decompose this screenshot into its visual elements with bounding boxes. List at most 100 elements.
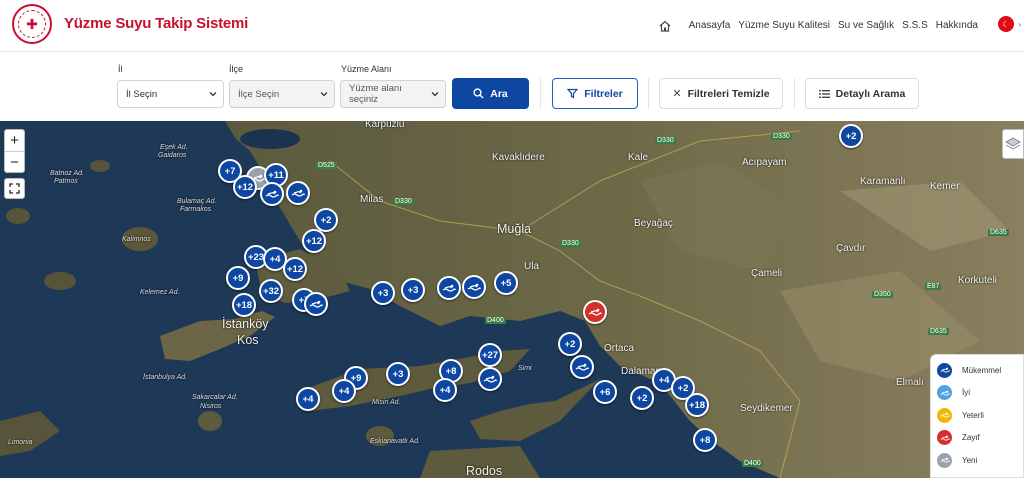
legend-label: İyi (962, 388, 970, 398)
divider (794, 78, 795, 109)
road-shield: D400 (742, 460, 763, 467)
legend-item: Mükemmel (937, 359, 1017, 382)
layers-button[interactable] (1002, 129, 1024, 159)
turkish-flag-icon[interactable]: ☾ (998, 16, 1014, 32)
cluster-marker[interactable]: +12 (283, 257, 307, 281)
road-shield: D330 (393, 198, 414, 205)
beach-marker[interactable] (478, 367, 502, 391)
swimmer-icon (937, 407, 952, 423)
place-label: Batnoz Ad. (50, 170, 84, 177)
road-shield: D330 (655, 137, 676, 144)
layers-icon (1005, 137, 1021, 150)
place-label: Simi (518, 365, 532, 372)
beach-marker[interactable] (260, 182, 284, 206)
list-icon (818, 89, 830, 98)
home-icon[interactable] (659, 19, 671, 32)
filter-icon (567, 88, 579, 99)
cluster-marker[interactable]: +27 (478, 343, 502, 367)
nav-item-su-ve-saglik[interactable]: Su ve Sağlık (838, 20, 894, 31)
road-shield: D330 (771, 133, 792, 140)
fullscreen-button[interactable] (4, 178, 25, 199)
nav-item-hakkinda[interactable]: Hakkında (936, 20, 978, 31)
satellite-basemap (0, 121, 1024, 478)
place-label: Patmos (54, 178, 78, 185)
cluster-marker[interactable]: +3 (386, 362, 410, 386)
nav-item-anasayfa[interactable]: Anasayfa (689, 20, 731, 31)
ministry-logo[interactable]: ✚ (12, 4, 52, 44)
chevron-down-icon (320, 92, 328, 97)
place-label: Çavdır (836, 243, 866, 254)
cluster-marker[interactable]: +18 (685, 393, 709, 417)
cluster-marker[interactable]: +3 (401, 278, 425, 302)
place-label: Beyağaç (634, 218, 673, 229)
beach-marker[interactable] (437, 276, 461, 300)
place-label: Korkuteli (958, 275, 997, 286)
cluster-marker[interactable]: +2 (314, 208, 338, 232)
beach-marker[interactable] (286, 181, 310, 205)
ilce-select[interactable]: İlçe Seçin (229, 80, 335, 108)
cluster-marker[interactable]: +18 (232, 293, 256, 317)
nav-item-sss[interactable]: S.S.S (902, 20, 928, 31)
zoom-in-button[interactable]: + (5, 130, 24, 151)
map-view[interactable]: Muğla Kavaklıdere Milas Kale Acıpayam Ka… (0, 121, 1024, 478)
place-label: Kemer (930, 181, 960, 192)
map-legend: Mükemmel İyi Yeterli Zayıf Yeni (930, 354, 1024, 478)
place-label: Eşek Ad. (160, 144, 188, 151)
language-caret-icon[interactable]: › (1018, 20, 1021, 29)
place-label: İstanbulya Ad. (143, 374, 188, 381)
yuzme-alani-select[interactable]: Yüzme alanı seçiniz (340, 80, 446, 108)
place-label: Muğla (497, 222, 532, 236)
place-label: Ortaca (604, 343, 635, 354)
zoom-control: + − (4, 129, 25, 173)
nav-item-yuzme-suyu-kalitesi[interactable]: Yüzme Suyu Kalitesi (738, 20, 830, 31)
cluster-marker[interactable]: +2 (839, 124, 863, 148)
place-label: Ula (524, 261, 540, 272)
legend-label: Yeni (962, 455, 978, 465)
detailed-search-button[interactable]: Detaylı Arama (805, 78, 919, 109)
il-select[interactable]: İl Seçin (117, 80, 224, 108)
filters-button[interactable]: Filtreler (552, 78, 638, 109)
legend-label: Yeterli (962, 410, 984, 420)
app-title[interactable]: Yüzme Suyu Takip Sistemi (64, 15, 248, 32)
place-label: Karamanlı (860, 176, 906, 187)
legend-item: Yeterli (937, 404, 1017, 427)
place-label: İstanköy (222, 317, 269, 331)
cluster-marker[interactable]: +12 (302, 229, 326, 253)
cluster-marker[interactable]: +9 (226, 266, 250, 290)
cluster-marker[interactable]: +4 (296, 387, 320, 411)
place-label: Kalimnos (122, 236, 151, 243)
clear-filters-button[interactable]: ✕ Filtreleri Temizle (659, 78, 783, 109)
cluster-marker[interactable]: +3 (371, 281, 395, 305)
place-label: Elmalı (896, 377, 924, 388)
cluster-marker[interactable]: +32 (259, 279, 283, 303)
ilce-select-value: İlçe Seçin (238, 88, 280, 100)
beach-marker[interactable] (583, 300, 607, 324)
cluster-marker[interactable]: +2 (558, 332, 582, 356)
cluster-marker[interactable]: +12 (233, 175, 257, 199)
swimmer-icon (937, 430, 952, 446)
cluster-marker[interactable]: +6 (593, 380, 617, 404)
cluster-marker[interactable]: +4 (433, 378, 457, 402)
place-label: Kavaklıdere (492, 152, 545, 163)
search-button[interactable]: Ara (452, 78, 529, 109)
legend-label: Mükemmel (962, 365, 1002, 375)
cluster-marker[interactable]: +5 (494, 271, 518, 295)
place-label: Seydikemer (740, 403, 793, 414)
yuzme-alani-select-value: Yüzme alanı seçiniz (349, 83, 402, 105)
place-label: Gaidaros (158, 152, 187, 159)
zoom-out-button[interactable]: − (5, 151, 24, 172)
cluster-marker[interactable]: +8 (693, 428, 717, 452)
filter-bar: İl İl Seçin İlçe İlçe Seçin Yüzme Alanı … (0, 52, 1024, 121)
place-label: Limonia (8, 439, 33, 446)
beach-marker[interactable] (304, 292, 328, 316)
il-select-value: İl Seçin (126, 88, 158, 100)
beach-marker[interactable] (462, 275, 486, 299)
road-shield: D400 (485, 317, 506, 324)
cluster-marker[interactable]: +4 (332, 379, 356, 403)
yuzme-alani-label: Yüzme Alanı (341, 64, 392, 74)
fullscreen-icon (9, 183, 20, 194)
cluster-marker[interactable]: +2 (630, 386, 654, 410)
place-label: Eskianavatlı Ad. (370, 438, 420, 445)
place-label: Milas (360, 194, 384, 205)
beach-marker[interactable] (570, 355, 594, 379)
